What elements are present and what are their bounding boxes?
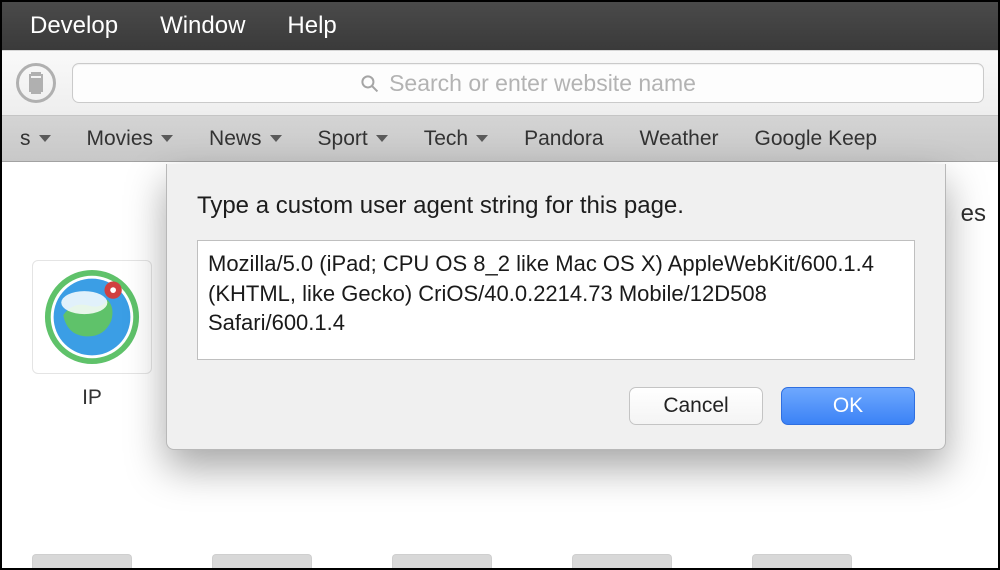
bookmarks-bar: s Movies News Sport Tech Pandora Weather…: [2, 116, 998, 162]
favorites-thumb[interactable]: [32, 554, 132, 568]
chevron-down-icon: [161, 135, 173, 142]
favorites-thumb[interactable]: [572, 554, 672, 568]
chevron-down-icon: [476, 135, 488, 142]
favorites-item-label: IP: [82, 386, 102, 410]
dialog-buttons: Cancel OK: [197, 387, 915, 425]
bookmark-item-pandora[interactable]: Pandora: [506, 116, 621, 161]
menubar: Develop Window Help: [2, 2, 998, 50]
cancel-button[interactable]: Cancel: [629, 387, 763, 425]
bookmark-item-tech[interactable]: Tech: [406, 116, 506, 161]
menu-window[interactable]: Window: [160, 12, 245, 40]
bookmark-item-sport[interactable]: Sport: [300, 116, 406, 161]
favorites-thumb[interactable]: [212, 554, 312, 568]
favorites-row-partial: [2, 546, 998, 568]
url-placeholder-text: Search or enter website name: [389, 70, 696, 97]
user-agent-input[interactable]: [197, 240, 915, 360]
favorites-thumb[interactable]: [392, 554, 492, 568]
adblock-icon[interactable]: [16, 63, 56, 103]
bookmark-item-google-keep[interactable]: Google Keep: [737, 116, 896, 161]
favorites-icon: [32, 260, 152, 374]
bookmark-item-news[interactable]: News: [191, 116, 300, 161]
menu-help[interactable]: Help: [287, 12, 336, 40]
favorites-thumb[interactable]: [752, 554, 852, 568]
chevron-down-icon: [270, 135, 282, 142]
bookmark-item-weather[interactable]: Weather: [622, 116, 737, 161]
search-icon: [360, 74, 379, 93]
bookmark-item-movies[interactable]: Movies: [69, 116, 192, 161]
chevron-down-icon: [376, 135, 388, 142]
page-content: es IP Type a custom user agent string fo…: [2, 162, 998, 568]
chevron-down-icon: [39, 135, 51, 142]
ok-button[interactable]: OK: [781, 387, 915, 425]
partial-text: es: [961, 200, 986, 228]
url-input[interactable]: Search or enter website name: [72, 63, 984, 103]
user-agent-dialog: Type a custom user agent string for this…: [166, 164, 946, 450]
globe-icon: [44, 269, 140, 365]
browser-toolbar: Search or enter website name: [2, 50, 998, 116]
favorites-icon-item[interactable]: IP: [30, 260, 154, 410]
dialog-title: Type a custom user agent string for this…: [197, 192, 915, 220]
bookmark-item-partial[interactable]: s: [2, 116, 69, 161]
menu-develop[interactable]: Develop: [30, 12, 118, 40]
